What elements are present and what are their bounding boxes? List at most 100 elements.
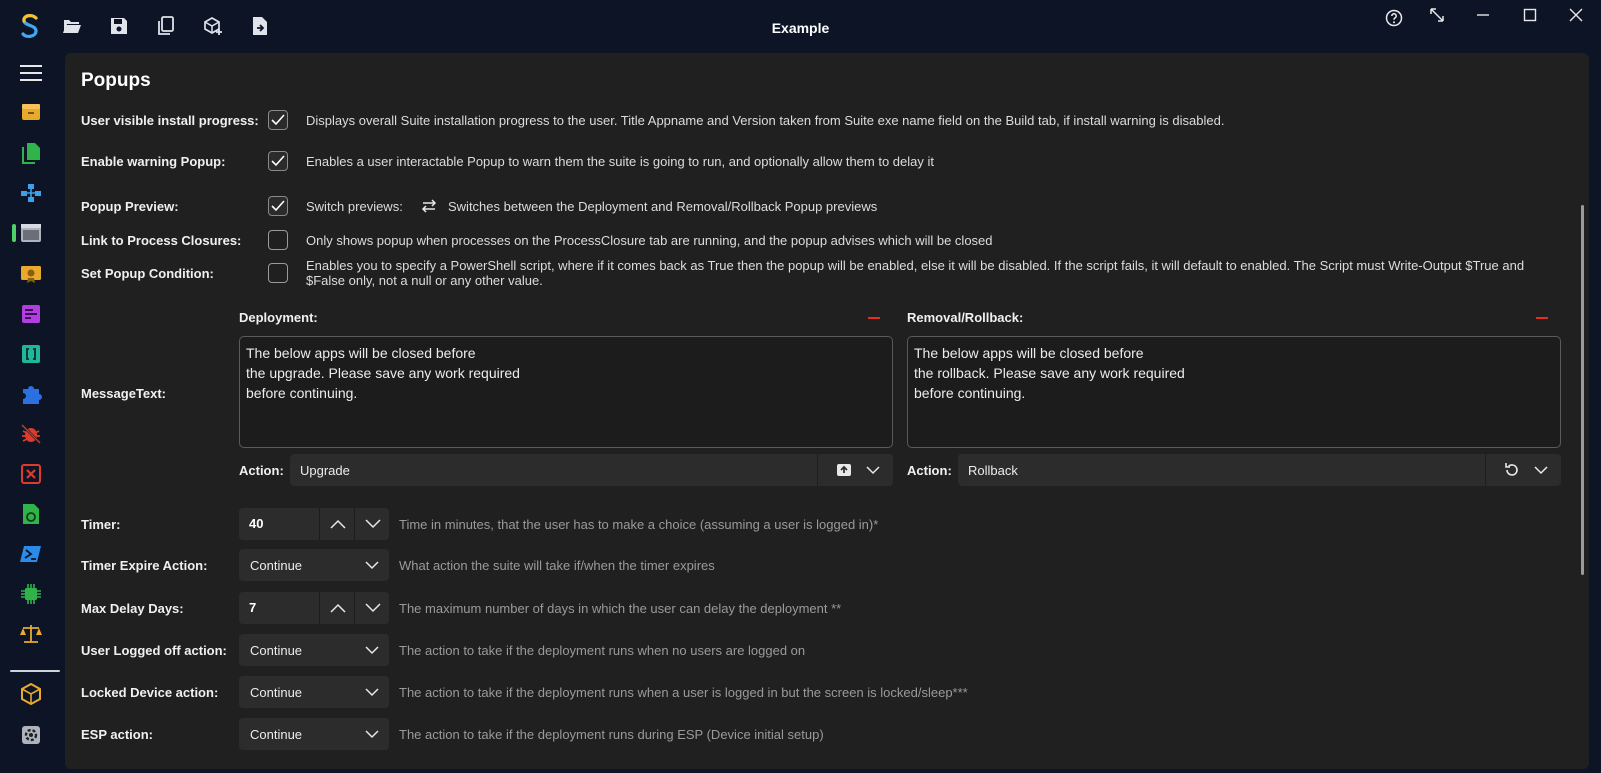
combo-separator bbox=[817, 454, 818, 486]
title-bar: Example bbox=[0, 0, 1601, 52]
deployment-message-textarea[interactable]: The below apps will be closed before the… bbox=[239, 336, 893, 448]
timer-expire-hint: What action the suite will take if/when … bbox=[399, 558, 715, 573]
chevron-down-icon[interactable] bbox=[1533, 462, 1549, 478]
close-icon[interactable] bbox=[1561, 3, 1591, 27]
sidebar bbox=[0, 52, 64, 773]
logged-off-dropdown[interactable]: Continue bbox=[239, 634, 389, 666]
removal-action-value: Rollback bbox=[968, 463, 1018, 478]
chevron-up-icon bbox=[329, 603, 346, 613]
popup-preview-label: Popup Preview: bbox=[81, 199, 179, 214]
chevron-down-icon[interactable] bbox=[865, 462, 881, 478]
esp-value: Continue bbox=[250, 727, 303, 742]
menu-icon[interactable] bbox=[18, 60, 44, 86]
removal-action-combo[interactable]: Rollback bbox=[958, 454, 1561, 486]
puzzle-icon[interactable] bbox=[18, 381, 44, 407]
bug-off-icon[interactable] bbox=[18, 421, 44, 447]
message-text-label: MessageText: bbox=[81, 386, 167, 401]
powershell-icon[interactable] bbox=[18, 541, 44, 567]
warning-popup-description: Enables a user interactable Popup to war… bbox=[306, 154, 934, 169]
esp-hint: The action to take if the deployment run… bbox=[399, 727, 824, 742]
max-delay-value: 7 bbox=[249, 600, 257, 615]
swap-arrows-icon[interactable] bbox=[420, 197, 438, 215]
network-icon[interactable] bbox=[18, 180, 44, 206]
timer-expire-value: Continue bbox=[250, 558, 303, 573]
rollback-icon[interactable] bbox=[1504, 462, 1520, 478]
process-closures-checkbox[interactable] bbox=[268, 230, 288, 250]
esp-label: ESP action: bbox=[81, 727, 154, 742]
chevron-up-icon bbox=[329, 519, 346, 529]
deployment-message-line: before continuing. bbox=[246, 385, 358, 401]
timer-expire-dropdown[interactable]: Continue bbox=[239, 549, 389, 581]
checkmark-icon bbox=[271, 114, 285, 126]
active-indicator bbox=[12, 224, 16, 242]
timer-value: 40 bbox=[249, 516, 264, 531]
braces-icon[interactable] bbox=[18, 341, 44, 367]
decrement-button[interactable] bbox=[354, 508, 390, 540]
timer-stepper[interactable]: 40 bbox=[239, 508, 389, 540]
checkmark-icon bbox=[271, 155, 285, 167]
chevron-down-icon bbox=[365, 727, 379, 741]
settings-icon[interactable] bbox=[18, 722, 44, 748]
combo-separator bbox=[1485, 454, 1486, 486]
chip-icon[interactable] bbox=[18, 581, 44, 607]
locked-device-label: Locked Device action: bbox=[81, 685, 219, 700]
minimize-icon[interactable] bbox=[1468, 3, 1498, 27]
window-title: Example bbox=[771, 20, 830, 36]
maximize-icon[interactable] bbox=[1515, 3, 1545, 27]
checkmark-icon bbox=[271, 200, 285, 212]
deployment-header: Deployment: bbox=[239, 310, 318, 325]
deployment-action-value: Upgrade bbox=[300, 463, 350, 478]
process-closures-description: Only shows popup when processes on the P… bbox=[306, 233, 993, 248]
removal-message-line: The below apps will be closed before bbox=[914, 345, 1144, 361]
increment-button[interactable] bbox=[319, 508, 355, 540]
removal-message-line: before continuing. bbox=[914, 385, 1026, 401]
chevron-down-icon bbox=[364, 603, 381, 613]
cube-icon[interactable] bbox=[18, 681, 44, 707]
chevron-down-icon bbox=[365, 685, 379, 699]
form-icon[interactable] bbox=[18, 301, 44, 327]
upgrade-box-icon[interactable] bbox=[836, 462, 852, 478]
install-progress-checkbox[interactable] bbox=[268, 110, 288, 130]
increment-button[interactable] bbox=[319, 592, 355, 624]
popup-condition-checkbox[interactable] bbox=[268, 263, 288, 283]
removal-message-line: the rollback. Please save any work requi… bbox=[914, 365, 1185, 381]
chevron-down-icon bbox=[365, 643, 379, 657]
max-delay-label: Max Delay Days: bbox=[81, 601, 184, 616]
deployment-action-label: Action: bbox=[239, 463, 284, 478]
scrollbar[interactable] bbox=[1581, 205, 1584, 575]
removal-message-textarea[interactable]: The below apps will be closed before the… bbox=[907, 336, 1561, 448]
remove-deployment-icon[interactable] bbox=[868, 317, 880, 319]
removal-action-label: Action: bbox=[907, 463, 952, 478]
esp-dropdown[interactable]: Continue bbox=[239, 718, 389, 750]
timer-hint: Time in minutes, that the user has to ma… bbox=[399, 517, 879, 532]
timer-expire-label: Timer Expire Action: bbox=[81, 558, 208, 573]
remove-removal-icon[interactable] bbox=[1536, 317, 1548, 319]
page-title: Popups bbox=[81, 70, 151, 91]
decrement-button[interactable] bbox=[354, 592, 390, 624]
help-icon[interactable] bbox=[1379, 6, 1409, 30]
max-delay-stepper[interactable]: 7 bbox=[239, 592, 389, 624]
box-icon[interactable] bbox=[18, 99, 44, 125]
warning-popup-checkbox[interactable] bbox=[268, 151, 288, 171]
locked-device-value: Continue bbox=[250, 685, 303, 700]
scales-icon[interactable] bbox=[18, 621, 44, 647]
popup-preview-checkbox[interactable] bbox=[268, 196, 288, 216]
deployment-action-combo[interactable]: Upgrade bbox=[290, 454, 893, 486]
max-delay-hint: The maximum number of days in which the … bbox=[399, 601, 842, 616]
warning-popup-label: Enable warning Popup: bbox=[81, 154, 226, 169]
logged-off-hint: The action to take if the deployment run… bbox=[399, 643, 806, 658]
sidebar-divider bbox=[10, 670, 60, 672]
resize-icon[interactable] bbox=[1422, 3, 1452, 27]
close-box-icon[interactable] bbox=[18, 461, 44, 487]
switch-previews-label: Switch previews: bbox=[306, 199, 403, 214]
logged-off-label: User Logged off action: bbox=[81, 643, 227, 658]
logged-off-value: Continue bbox=[250, 643, 303, 658]
script-file-icon[interactable] bbox=[18, 501, 44, 527]
certificate-icon[interactable] bbox=[18, 261, 44, 287]
popup-preview-description: Switches between the Deployment and Remo… bbox=[448, 199, 878, 214]
chevron-down-icon bbox=[364, 519, 381, 529]
window-icon[interactable] bbox=[18, 220, 44, 246]
locked-device-dropdown[interactable]: Continue bbox=[239, 676, 389, 708]
files-icon[interactable] bbox=[18, 140, 44, 166]
popup-condition-label: Set Popup Condition: bbox=[81, 266, 214, 281]
